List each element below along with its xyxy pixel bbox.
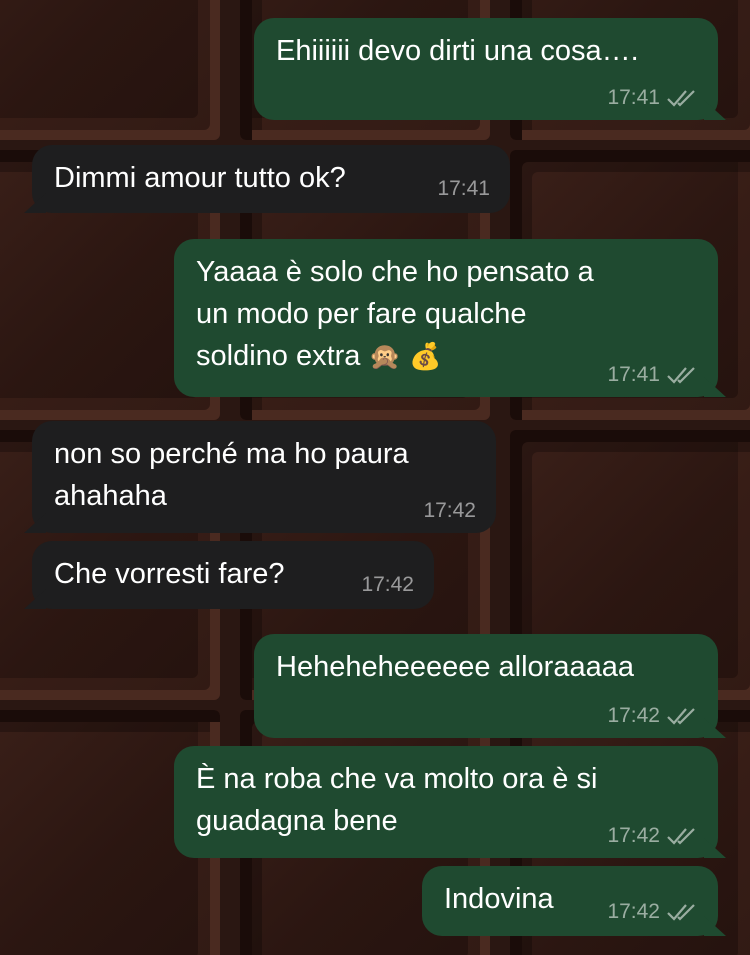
message-meta: 17:41	[607, 86, 698, 110]
message-meta: 17:42	[361, 573, 414, 597]
double-check-icon	[667, 904, 695, 921]
message-bubble-outgoing[interactable]: Ehiiiiii devo dirti una cosa…. 17:41	[254, 18, 718, 120]
message-bubble-incoming[interactable]: Dimmi amour tutto ok? 17:41	[32, 145, 510, 213]
message-text-line: un modo per fare qualche	[196, 298, 527, 330]
message-bubble-outgoing[interactable]: Indovina 17:42	[422, 866, 718, 936]
message-time: 17:42	[361, 573, 414, 596]
message-meta: 17:42	[607, 704, 698, 728]
message-text: Dimmi amour tutto ok?	[54, 162, 346, 194]
message-bubble-outgoing[interactable]: Heheheheeeeee alloraaaaa 17:42	[254, 634, 718, 738]
message-bubble-incoming[interactable]: non so perché ma ho paura ahahaha 17:42	[32, 421, 496, 533]
message-bubble-outgoing[interactable]: Yaaaa è solo che ho pensato a un modo pe…	[174, 239, 718, 397]
message-meta: 17:42	[607, 900, 698, 924]
message-time: 17:42	[607, 900, 660, 923]
message-text: Che vorresti fare?	[54, 558, 285, 590]
message-bubble-incoming[interactable]: Che vorresti fare? 17:42	[32, 541, 434, 609]
message-time: 17:41	[437, 177, 490, 200]
message-meta: 17:41	[437, 177, 490, 201]
message-text-line: ahahaha	[54, 480, 167, 512]
double-check-icon	[667, 90, 695, 107]
double-check-icon	[667, 828, 695, 845]
message-text-line: Yaaaa è solo che ho pensato a	[196, 256, 594, 288]
money-bag-icon: 💰	[408, 342, 442, 372]
message-time: 17:42	[607, 824, 660, 847]
message-meta: 17:41	[607, 363, 698, 387]
message-meta: 17:42	[423, 499, 476, 523]
double-check-icon	[667, 708, 695, 725]
message-time: 17:42	[607, 704, 660, 727]
message-time: 17:41	[607, 363, 660, 386]
message-text-line: non so perché ma ho paura	[54, 438, 409, 470]
message-text: Heheheheeeeee alloraaaaa	[276, 651, 634, 683]
double-check-icon	[667, 367, 695, 384]
message-time: 17:41	[607, 86, 660, 109]
message-meta: 17:42	[607, 824, 698, 848]
message-text-line: È na roba che va molto ora è si	[196, 763, 598, 795]
message-time: 17:42	[423, 499, 476, 522]
message-bubble-outgoing[interactable]: È na roba che va molto ora è si guadagna…	[174, 746, 718, 858]
see-no-evil-monkey-icon: 🙊	[368, 342, 401, 372]
message-text: Ehiiiiii devo dirti una cosa….	[276, 35, 639, 67]
